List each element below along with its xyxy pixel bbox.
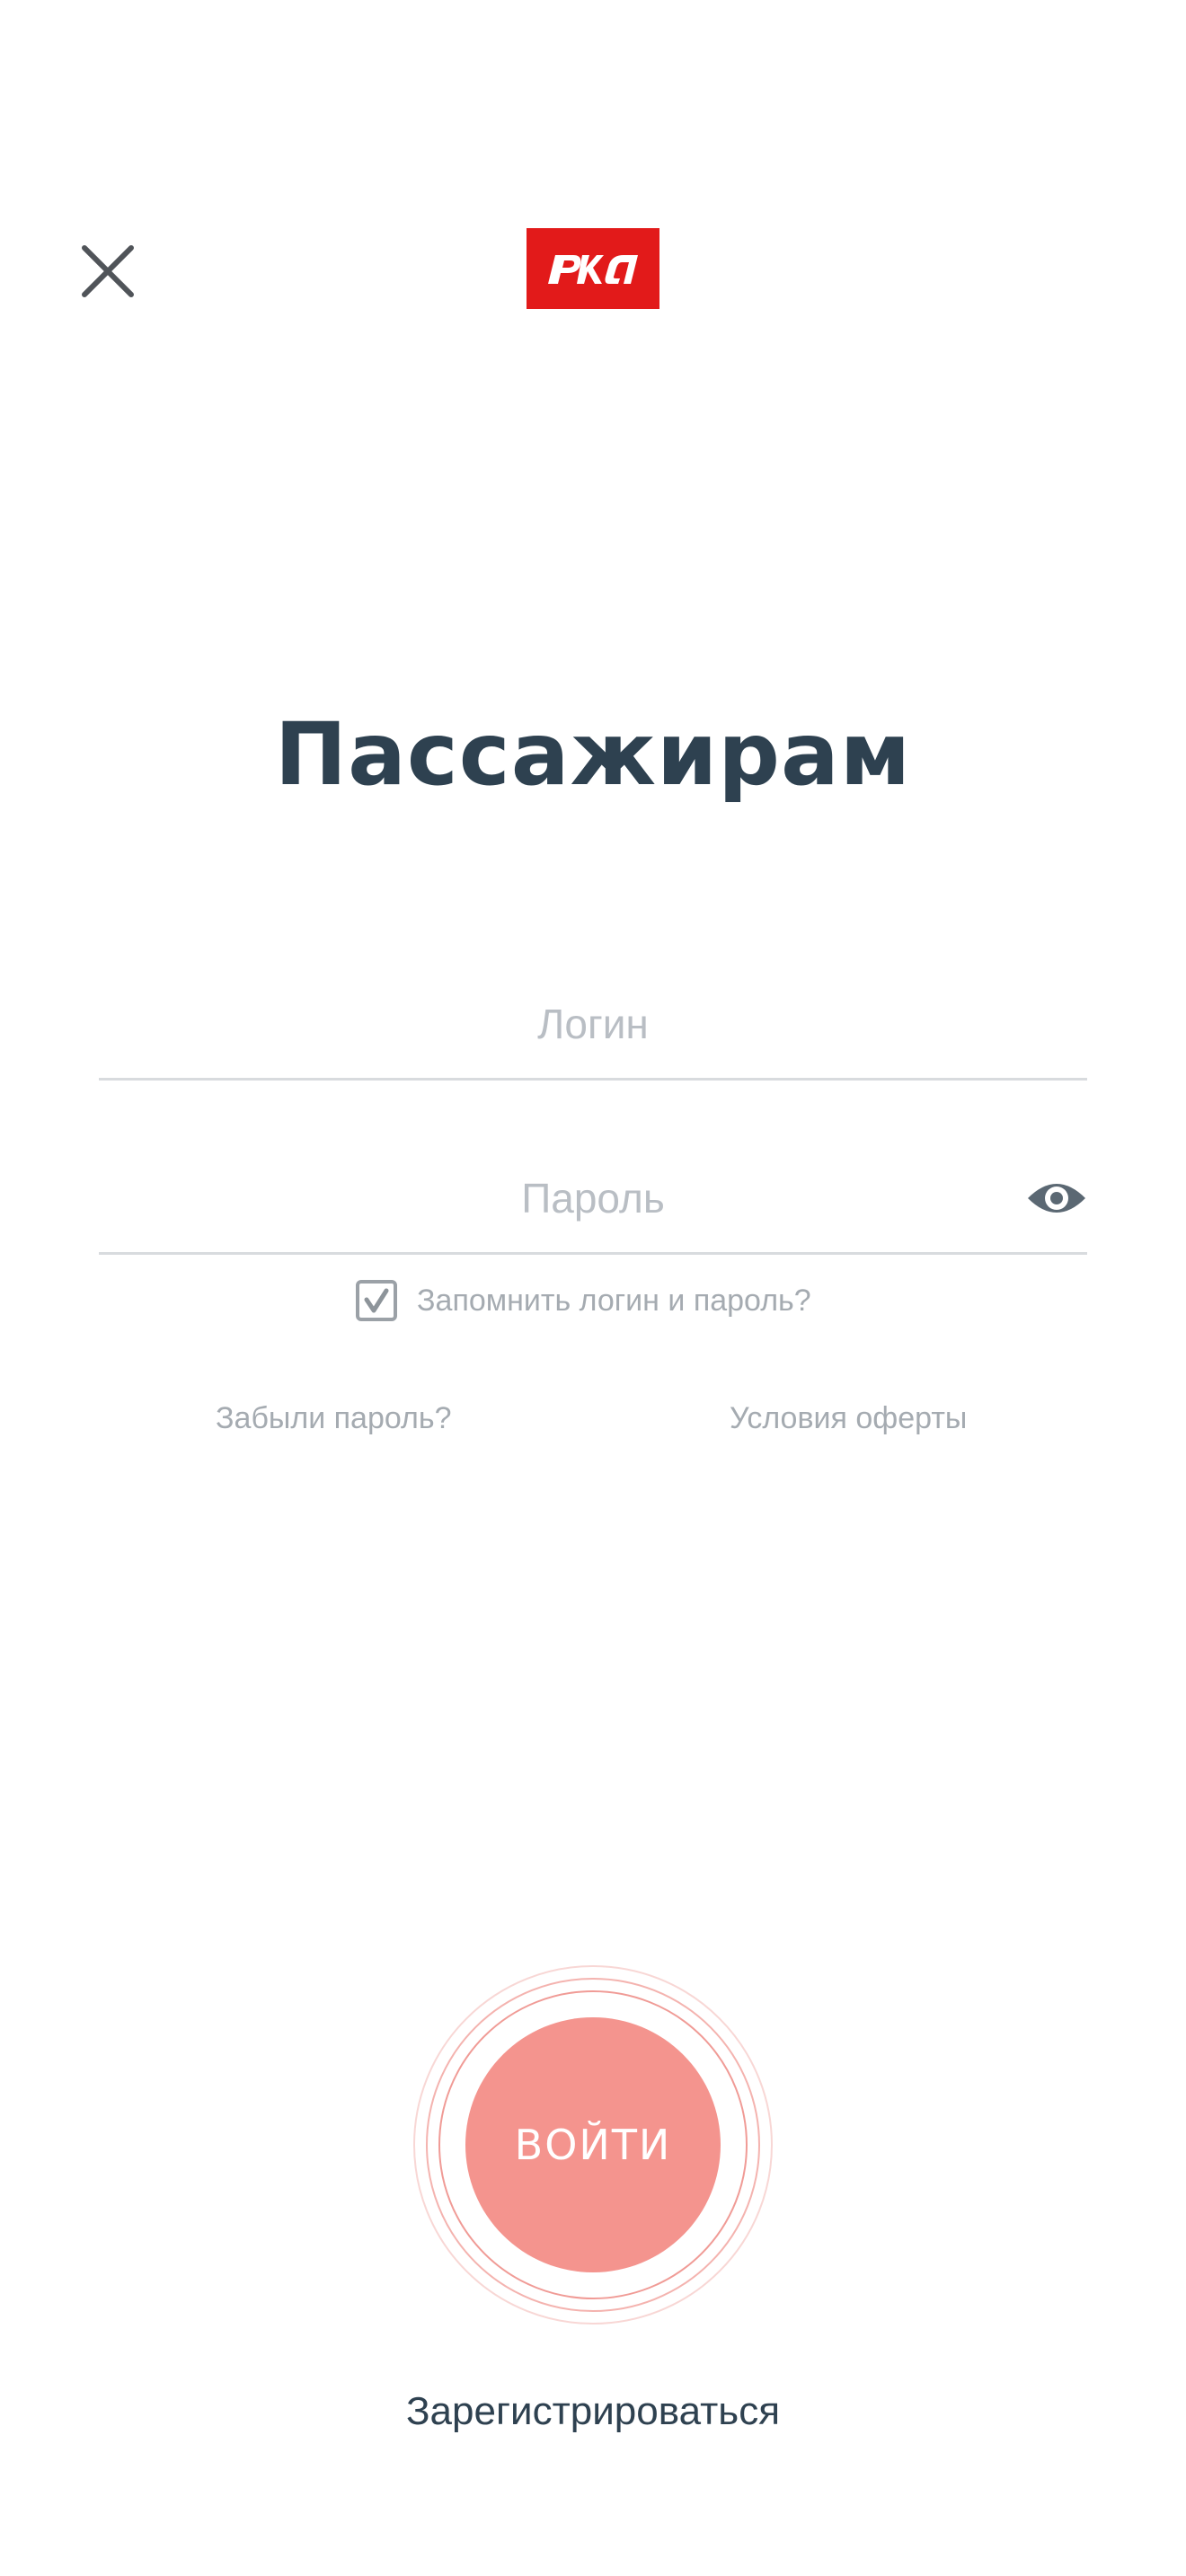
close-icon	[82, 245, 134, 297]
offer-terms-link[interactable]: Условия оферты	[730, 1401, 967, 1436]
remember-row: Запомнить логин и пароль?	[356, 1275, 811, 1326]
login-button[interactable]: ВОЙТИ	[465, 2017, 721, 2272]
remember-checkbox[interactable]	[356, 1280, 397, 1321]
forgot-password-link[interactable]: Забыли пароль?	[216, 1401, 452, 1436]
page-title: Пассажирам	[274, 704, 912, 805]
password-input[interactable]	[99, 1144, 1087, 1252]
checkmark-icon	[364, 1288, 389, 1313]
rzd-logo	[527, 228, 659, 309]
login-input[interactable]	[99, 970, 1087, 1078]
register-link[interactable]: Зарегистрироваться	[0, 2389, 1186, 2434]
password-field-container	[99, 1144, 1087, 1255]
show-password-button[interactable]	[1026, 1168, 1087, 1229]
login-field-container	[99, 970, 1087, 1081]
eye-icon	[1028, 1184, 1085, 1213]
rzd-logo-mark	[548, 255, 638, 284]
login-button-wrap: ВОЙТИ	[413, 1965, 773, 2325]
remember-label: Запомнить логин и пароль?	[417, 1283, 811, 1318]
close-button[interactable]	[72, 235, 144, 307]
